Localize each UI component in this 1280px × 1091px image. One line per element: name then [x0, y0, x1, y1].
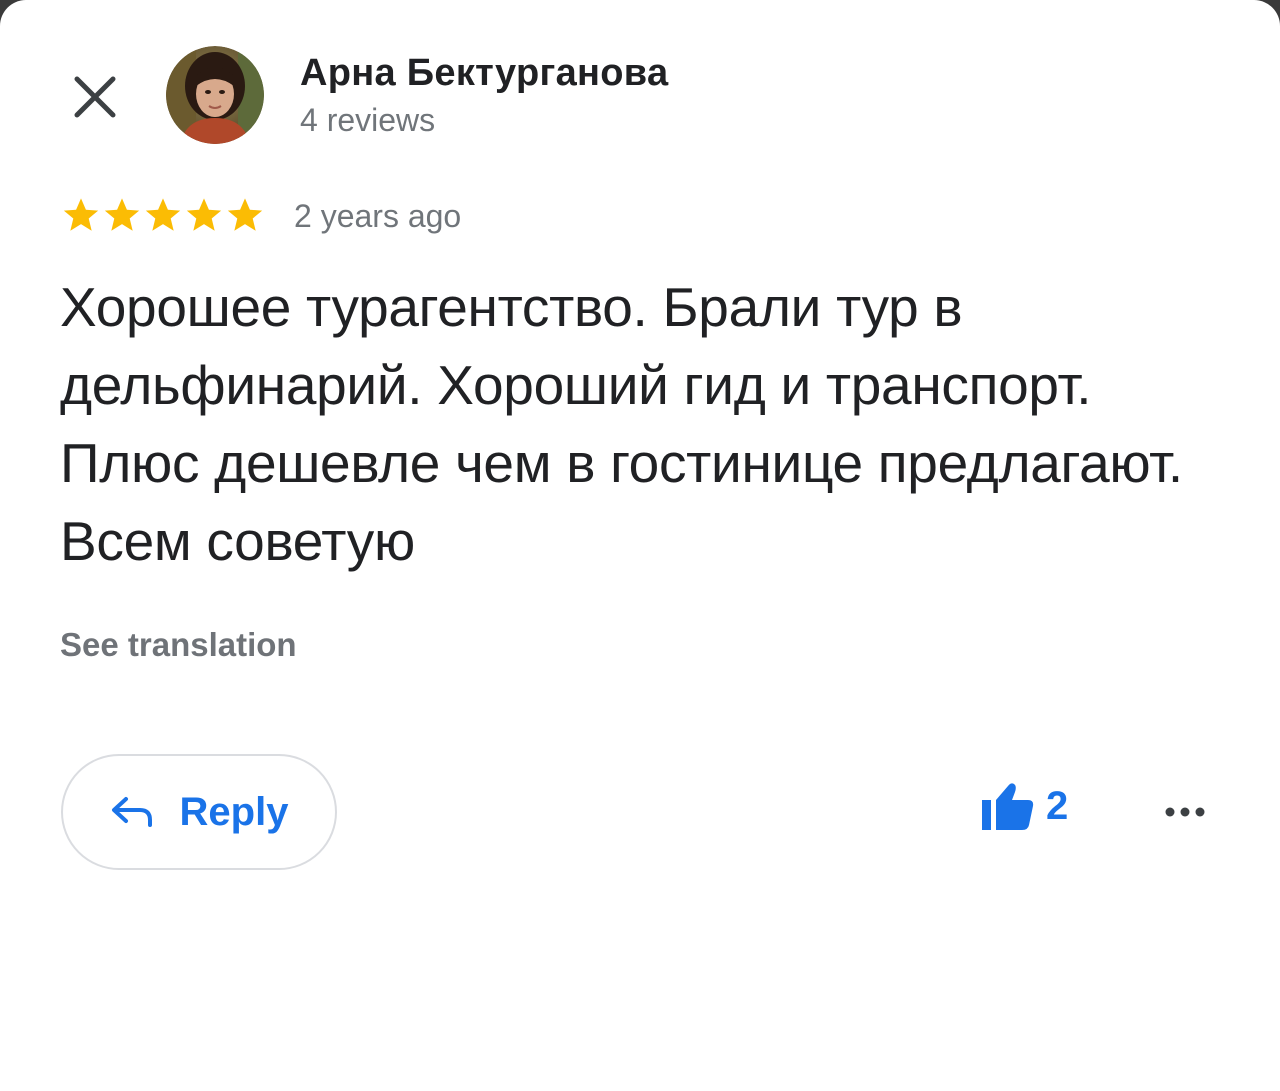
review-text: Хорошее турагентство. Брали тур в дельфи…: [60, 276, 1183, 572]
star-icon: [104, 198, 140, 231]
star-icon: [227, 198, 263, 231]
like-button[interactable]: 2: [980, 780, 1068, 832]
see-translation-link[interactable]: See translation: [60, 626, 297, 664]
reply-label: Reply: [179, 789, 289, 834]
star-icon: [63, 198, 99, 231]
review-date: 2 years ago: [294, 198, 462, 234]
avatar[interactable]: [166, 46, 264, 144]
close-button[interactable]: [70, 72, 120, 122]
reply-arrow-icon: [111, 797, 152, 827]
reply-button[interactable]: Reply: [61, 754, 337, 870]
like-count: 2: [1046, 783, 1069, 828]
more-options-button[interactable]: [1160, 790, 1210, 834]
more-horizontal-icon: [1165, 807, 1205, 817]
review-detail-sheet: Арна Бектурганова 4 reviews 2 years ago …: [0, 0, 1280, 1091]
author-name[interactable]: Арна Бектурганова: [300, 52, 668, 95]
star-icon: [186, 198, 222, 231]
star-icon: [145, 198, 181, 231]
author-review-count: 4 reviews: [300, 102, 436, 138]
thumbs-up-icon: [982, 783, 1034, 830]
close-icon: [74, 76, 116, 118]
star-rating: [60, 194, 265, 236]
